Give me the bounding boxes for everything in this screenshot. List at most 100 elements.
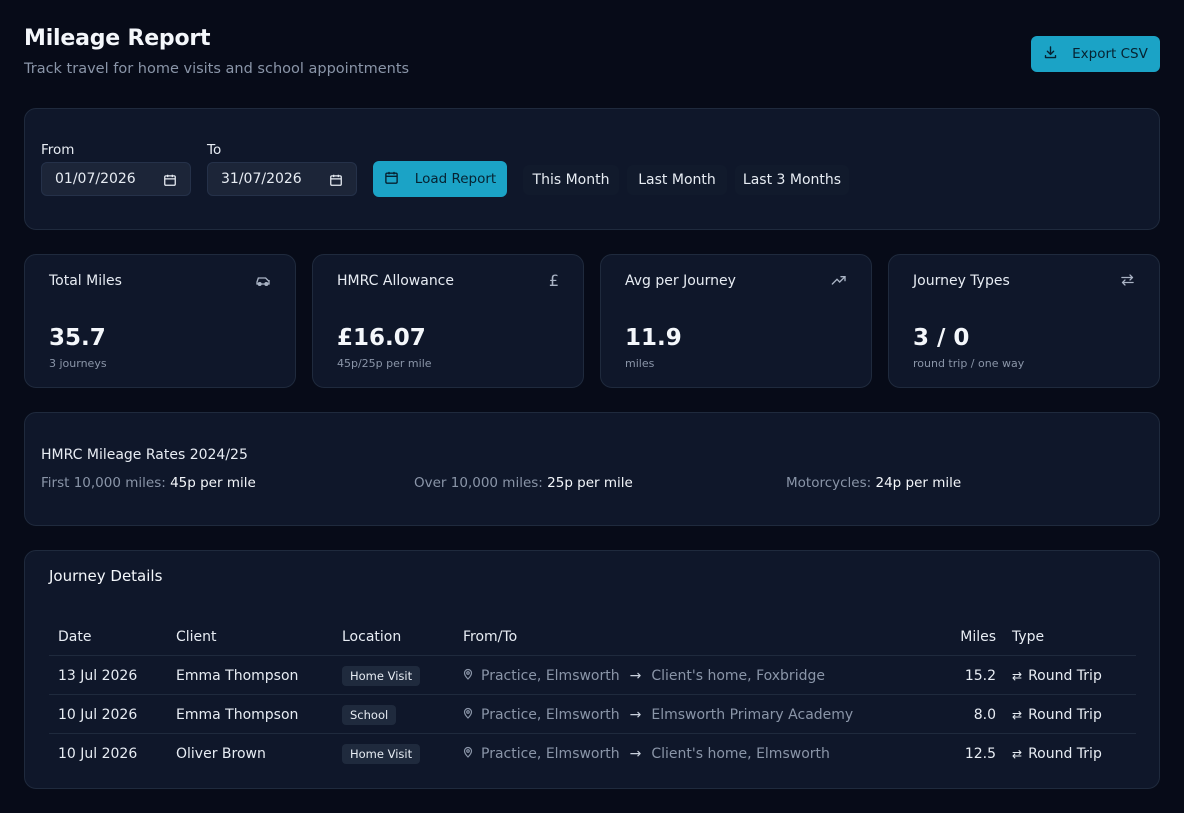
filter-panel: From 01/07/2026 To 31/07/2026 Load Repor… <box>24 108 1160 230</box>
journey-type: ⇄ Round Trip <box>1012 656 1102 695</box>
route-to: Elmsworth Primary Academy <box>651 706 854 723</box>
page-title: Mileage Report <box>24 26 211 51</box>
rates-title: HMRC Mileage Rates 2024/25 <box>41 447 248 463</box>
to-label: To <box>207 142 222 158</box>
from-label: From <box>41 142 75 158</box>
stat-label: Total Miles <box>49 273 122 289</box>
table-row[interactable]: 10 Jul 2026 Oliver Brown Home Visit Prac… <box>49 734 1136 773</box>
download-icon <box>1043 45 1058 64</box>
to-date-input[interactable]: 31/07/2026 <box>207 162 357 196</box>
stat-value: 11.9 <box>625 325 682 351</box>
route-from: Practice, Elmsworth <box>481 667 620 684</box>
stat-value: 35.7 <box>49 325 106 351</box>
last-month-button[interactable]: Last Month <box>627 165 727 195</box>
stat-value: 3 / 0 <box>913 325 970 351</box>
stat-subtext: miles <box>625 357 655 370</box>
stat-label: HMRC Allowance <box>337 273 454 289</box>
page-subtitle: Track travel for home visits and school … <box>24 61 410 77</box>
stat-card-hmrc-allowance: HMRC Allowance £ £16.07 45p/25p per mile <box>312 254 584 388</box>
calendar-icon[interactable] <box>163 173 177 191</box>
page-header: Mileage Report Track travel for home vis… <box>24 26 409 77</box>
stat-label: Journey Types <box>913 273 1010 289</box>
rate-item: Over 10,000 miles: 25p per mile <box>414 475 633 491</box>
map-pin-icon <box>463 668 473 684</box>
load-report-label: Load Report <box>414 171 497 187</box>
journey-client: Emma Thompson <box>176 706 299 723</box>
map-pin-icon <box>463 707 473 723</box>
journey-table: Date Client Location From/To Miles Type … <box>49 617 1136 773</box>
journey-client: Oliver Brown <box>176 745 266 762</box>
journey-type: ⇄ Round Trip <box>1012 695 1102 734</box>
table-row[interactable]: 13 Jul 2026 Emma Thompson Home Visit Pra… <box>49 656 1136 695</box>
column-header-date[interactable]: Date <box>58 617 91 656</box>
stat-value: £16.07 <box>337 325 426 351</box>
route-from: Practice, Elmsworth <box>481 745 620 762</box>
location-badge: Home Visit <box>342 743 421 764</box>
from-date-value: 01/07/2026 <box>55 171 136 187</box>
this-month-button[interactable]: This Month <box>523 165 619 195</box>
stat-subtext: round trip / one way <box>913 357 1025 370</box>
swap-icon: ⇄ <box>1012 707 1023 722</box>
rate-label: First 10,000 miles: <box>41 475 166 491</box>
column-header-type[interactable]: Type <box>1012 617 1044 656</box>
stat-card-journey-types: Journey Types 3 / 0 round trip / one way <box>888 254 1160 388</box>
calendar-icon[interactable] <box>329 173 343 191</box>
swap-icon <box>1120 273 1135 291</box>
stat-card-avg-per-journey: Avg per Journey 11.9 miles <box>600 254 872 388</box>
journey-details-title: Journey Details <box>49 567 163 585</box>
hmrc-rates-panel: HMRC Mileage Rates 2024/25 First 10,000 … <box>24 412 1160 526</box>
stat-subtext: 3 journeys <box>49 357 107 370</box>
column-header-location[interactable]: Location <box>342 617 401 656</box>
journey-date: 13 Jul 2026 <box>58 667 138 684</box>
journey-details-panel: Journey Details Date Client Location Fro… <box>24 550 1160 789</box>
rate-item: Motorcycles: 24p per mile <box>786 475 961 491</box>
route-to: Client's home, Elmsworth <box>651 745 830 762</box>
arrow-right-icon: → <box>629 745 642 762</box>
rate-label: Motorcycles: <box>786 475 872 491</box>
journey-miles: 12.5 <box>964 745 996 762</box>
stat-subtext: 45p/25p per mile <box>337 357 432 370</box>
table-header: Date Client Location From/To Miles Type <box>49 617 1136 656</box>
route-to: Client's home, Foxbridge <box>651 667 825 684</box>
map-pin-icon <box>463 746 473 762</box>
arrow-right-icon: → <box>629 667 642 684</box>
journey-route: Practice, Elmsworth → Client's home, Fox… <box>463 656 825 695</box>
rate-item: First 10,000 miles: 45p per mile <box>41 475 256 491</box>
journey-type: ⇄ Round Trip <box>1012 734 1102 773</box>
journey-route: Practice, Elmsworth → Client's home, Elm… <box>463 734 830 773</box>
calendar-icon <box>384 170 399 189</box>
journey-type-label: Round Trip <box>1028 745 1102 762</box>
arrow-right-icon: → <box>629 706 642 723</box>
journey-route: Practice, Elmsworth → Elmsworth Primary … <box>463 695 853 734</box>
rate-value: 45p per mile <box>170 475 256 491</box>
journey-client: Emma Thompson <box>176 667 299 684</box>
column-header-client[interactable]: Client <box>176 617 217 656</box>
pound-icon: £ <box>548 271 559 290</box>
load-report-button[interactable]: Load Report <box>373 161 507 197</box>
swap-icon: ⇄ <box>1012 668 1023 683</box>
route-from: Practice, Elmsworth <box>481 706 620 723</box>
table-row[interactable]: 10 Jul 2026 Emma Thompson School Practic… <box>49 695 1136 734</box>
from-date-input[interactable]: 01/07/2026 <box>41 162 191 196</box>
journey-miles: 15.2 <box>964 667 996 684</box>
column-header-miles[interactable]: Miles <box>960 617 996 656</box>
to-date-value: 31/07/2026 <box>221 171 302 187</box>
stat-label: Avg per Journey <box>625 273 736 289</box>
location-badge: Home Visit <box>342 665 421 686</box>
rate-value: 25p per mile <box>547 475 633 491</box>
column-header-from-to[interactable]: From/To <box>463 617 517 656</box>
stat-card-total-miles: Total Miles 35.7 3 journeys <box>24 254 296 388</box>
export-csv-button[interactable]: Export CSV <box>1031 36 1160 72</box>
journey-miles: 8.0 <box>973 706 996 723</box>
location-badge: School <box>342 704 397 725</box>
trending-up-icon <box>831 273 847 291</box>
last-3-months-button[interactable]: Last 3 Months <box>735 165 849 195</box>
export-csv-label: Export CSV <box>1072 46 1148 62</box>
rate-value: 24p per mile <box>875 475 962 491</box>
car-icon <box>255 273 271 291</box>
journey-date: 10 Jul 2026 <box>58 706 138 723</box>
swap-icon: ⇄ <box>1012 746 1023 761</box>
rate-label: Over 10,000 miles: <box>414 475 543 491</box>
journey-date: 10 Jul 2026 <box>58 745 138 762</box>
journey-type-label: Round Trip <box>1028 667 1102 684</box>
